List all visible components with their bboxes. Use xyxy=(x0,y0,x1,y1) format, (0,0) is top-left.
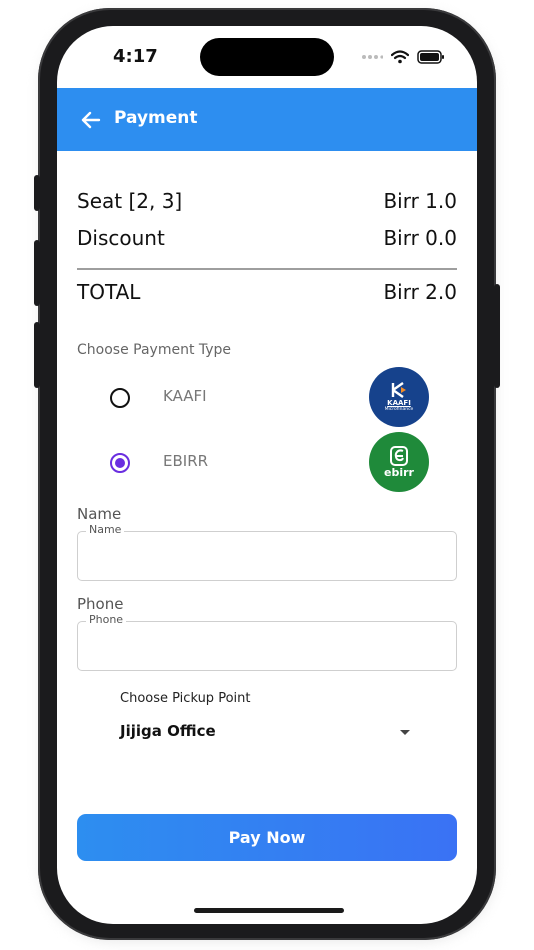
dynamic-island xyxy=(200,38,334,76)
phone-field[interactable]: Phone xyxy=(77,613,457,671)
screen: 4:17 Payment Seat [2, 3] Birr 1.0 Discou… xyxy=(57,26,477,924)
payment-type-label: Choose Payment Type xyxy=(77,342,232,358)
ebirr-logo-text: ebirr xyxy=(384,466,414,479)
wifi-icon xyxy=(391,50,409,64)
silent-switch xyxy=(34,175,40,211)
phone-section-label: Phone xyxy=(77,595,124,613)
kaafi-radio[interactable] xyxy=(110,388,130,408)
seat-label: Seat [2, 3] xyxy=(77,189,183,213)
ebirr-label[interactable]: EBIRR xyxy=(163,452,208,470)
discount-value: Birr 0.0 xyxy=(383,226,457,250)
status-time: 4:17 xyxy=(113,46,158,67)
volume-up-button xyxy=(34,240,40,306)
dropdown-caret-icon xyxy=(400,730,410,735)
battery-icon xyxy=(417,50,444,64)
signal-icon xyxy=(362,55,383,59)
pickup-point-value: Jijiga Office xyxy=(120,722,216,740)
pickup-point-dropdown[interactable]: Jijiga Office xyxy=(120,716,410,748)
volume-down-button xyxy=(34,322,40,388)
kaafi-logo-subtext: Microfinance xyxy=(384,407,414,412)
kaafi-logo-mark xyxy=(391,382,406,398)
seat-value: Birr 1.0 xyxy=(383,189,457,213)
discount-label: Discount xyxy=(77,226,165,250)
pickup-point-label: Choose Pickup Point xyxy=(120,691,251,706)
phone-float-label: Phone xyxy=(86,613,127,626)
discount-row: Discount Birr 0.0 xyxy=(77,226,457,250)
total-divider xyxy=(77,268,457,270)
kaafi-logo-text: KAAFI xyxy=(387,399,411,407)
kaafi-logo: KAAFI Microfinance xyxy=(369,367,429,427)
page-title: Payment xyxy=(114,108,198,128)
status-icons xyxy=(361,48,445,66)
ebirr-radio[interactable] xyxy=(110,453,130,473)
kaafi-label[interactable]: KAAFI xyxy=(163,387,207,405)
ebirr-logo: ebirr xyxy=(369,432,429,492)
seat-row: Seat [2, 3] Birr 1.0 xyxy=(77,189,457,213)
total-row: TOTAL Birr 2.0 xyxy=(77,280,457,304)
home-indicator xyxy=(194,908,344,913)
status-bar: 4:17 xyxy=(57,26,477,88)
name-field[interactable]: Name xyxy=(77,523,457,581)
ebirr-logo-mark xyxy=(390,446,408,466)
name-section-label: Name xyxy=(77,505,122,523)
app-bar: Payment xyxy=(57,88,477,151)
name-float-label: Name xyxy=(86,523,125,536)
total-label: TOTAL xyxy=(77,280,141,304)
back-arrow-icon[interactable] xyxy=(79,108,103,132)
power-button xyxy=(494,284,500,388)
pay-now-button[interactable]: Pay Now xyxy=(77,814,457,861)
total-value: Birr 2.0 xyxy=(383,280,457,304)
